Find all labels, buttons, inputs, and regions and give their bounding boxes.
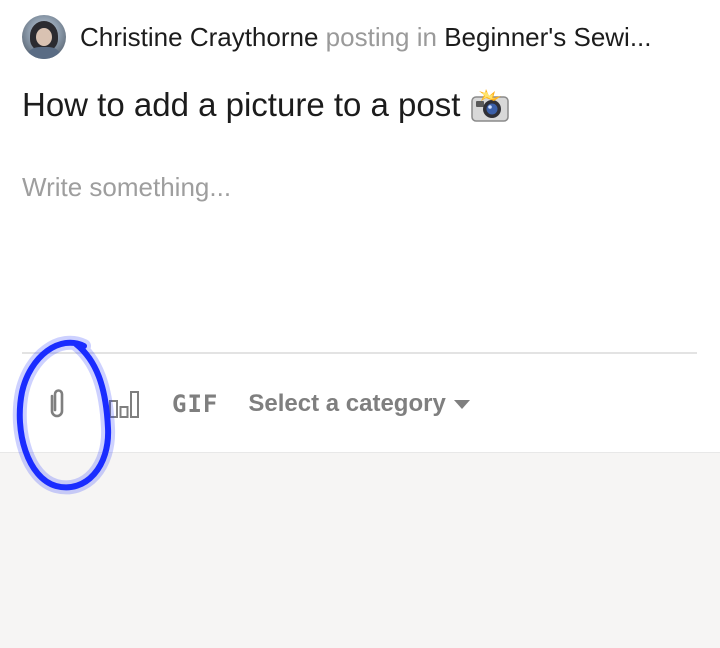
post-title[interactable]: How to add a picture to a post (22, 86, 510, 124)
category-select-label: Select a category (248, 390, 446, 417)
author-name[interactable]: Christine Craythorne (80, 22, 318, 52)
avatar (22, 15, 66, 59)
paperclip-icon (50, 389, 64, 418)
composer-toolbar: GIF Select a category (22, 378, 470, 430)
divider (22, 352, 697, 354)
poll-button[interactable] (108, 389, 140, 419)
post-body-input[interactable]: Write something... (22, 172, 231, 203)
group-name[interactable]: Beginner's Sewi... (444, 22, 651, 52)
poll-chart-icon (109, 391, 139, 418)
posting-in-label: posting in (325, 21, 437, 52)
attach-button[interactable] (44, 387, 70, 421)
post-header: Christine Craythorne posting in Beginner… (22, 14, 652, 60)
background-area (0, 452, 720, 648)
camera-flash-icon (470, 87, 510, 123)
category-select[interactable]: Select a category (248, 390, 470, 418)
post-composer: Christine Craythorne posting in Beginner… (0, 0, 720, 452)
chevron-down-icon (453, 399, 470, 409)
post-header-text: Christine Craythorne posting in Beginner… (80, 22, 652, 53)
post-title-text: How to add a picture to a post (22, 86, 461, 123)
gif-label: GIF (172, 390, 219, 418)
gif-button[interactable]: GIF (172, 390, 218, 418)
